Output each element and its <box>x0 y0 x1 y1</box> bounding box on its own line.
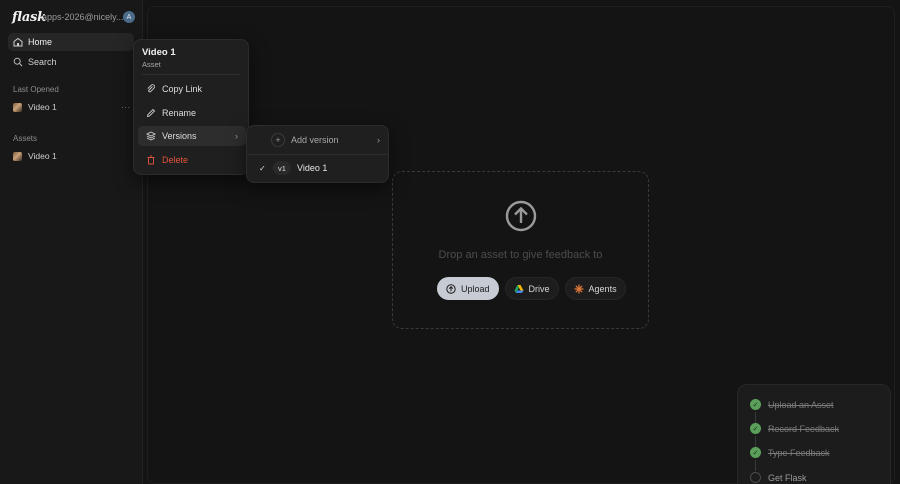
asset-dropzone[interactable]: Drop an asset to give feedback to Upload… <box>392 171 649 329</box>
step-label: Upload an Asset <box>768 399 834 410</box>
asset-context-menu: Video 1 Asset Copy Link Rename Versions … <box>133 39 249 175</box>
step-connector <box>755 412 756 423</box>
menu-item-delete[interactable]: Delete <box>138 150 246 170</box>
pencil-icon <box>146 108 156 118</box>
menu-divider <box>247 154 388 155</box>
video-thumbnail <box>13 151 22 161</box>
section-label-assets: Assets <box>13 134 38 143</box>
trash-icon <box>146 155 156 165</box>
home-icon <box>13 37 23 47</box>
version-item[interactable]: ✓ v1 Video 1 <box>259 161 327 175</box>
menu-item-label: Versions <box>162 131 197 141</box>
avatar[interactable]: A <box>123 11 135 23</box>
account-email[interactable]: apps-2026@nicely... <box>42 12 124 22</box>
chevron-right-icon: › <box>377 135 380 145</box>
layers-icon <box>146 131 156 141</box>
drive-button[interactable]: Drive <box>504 277 559 300</box>
drive-button-label: Drive <box>528 283 550 294</box>
menu-title: Video 1 <box>142 47 176 58</box>
chevron-right-icon: › <box>235 131 238 141</box>
versions-submenu: + Add version › ✓ v1 Video 1 <box>246 125 389 183</box>
menu-item-label: Delete <box>162 155 189 165</box>
sidebar-last-opened-item[interactable]: Video 1 <box>13 102 57 112</box>
checklist-step[interactable]: ✓ Upload an Asset <box>750 399 834 410</box>
agents-button[interactable]: Agents <box>564 277 626 300</box>
google-drive-icon <box>514 284 524 294</box>
step-label: Get Flask <box>768 472 807 483</box>
sidebar-asset-item[interactable]: Video 1 <box>13 151 57 161</box>
menu-item-label: Copy Link <box>162 84 203 94</box>
sidebar-item-home[interactable]: Home <box>8 33 134 51</box>
dropzone-text: Drop an asset to give feedback to <box>438 249 603 261</box>
menu-subtitle: Asset <box>142 60 161 69</box>
add-version-label: Add version <box>291 135 339 145</box>
empty-circle-icon <box>750 472 761 483</box>
checklist-step[interactable]: Get Flask <box>750 472 807 483</box>
search-icon <box>13 57 23 67</box>
menu-item-label: Rename <box>162 108 197 118</box>
link-icon <box>146 84 156 94</box>
checklist-step[interactable]: ✓ Record Feedback <box>750 423 839 434</box>
section-label-last-opened: Last Opened <box>13 85 59 94</box>
agents-button-label: Agents <box>588 283 617 294</box>
plus-icon: + <box>271 133 285 147</box>
step-connector <box>755 460 756 471</box>
sidebar-item-label: Home <box>28 37 53 47</box>
check-circle-icon: ✓ <box>750 399 761 410</box>
checklist-step[interactable]: ✓ Type Feedback <box>750 447 830 458</box>
sidebar-item-search[interactable]: Search <box>8 53 134 71</box>
file-label: Video 1 <box>28 151 57 161</box>
menu-item-versions[interactable]: Versions › <box>138 126 246 146</box>
step-label: Type Feedback <box>768 447 830 458</box>
menu-divider <box>142 74 240 75</box>
upload-icon <box>446 283 456 294</box>
check-circle-icon: ✓ <box>750 447 761 458</box>
more-options-icon[interactable]: ··· <box>121 103 131 112</box>
version-badge: v1 <box>273 161 291 175</box>
menu-item-rename[interactable]: Rename <box>138 103 246 123</box>
onboarding-checklist: ✓ Upload an Asset ✓ Record Feedback ✓ Ty… <box>737 384 891 484</box>
step-connector <box>755 436 756 447</box>
app-logo[interactable]: flask <box>12 10 46 25</box>
check-circle-icon: ✓ <box>750 423 761 434</box>
sparkle-icon <box>573 283 584 294</box>
menu-item-copy-link[interactable]: Copy Link <box>138 79 246 99</box>
upload-arrow-icon <box>505 200 537 232</box>
upload-button-label: Upload <box>461 283 490 294</box>
file-label: Video 1 <box>28 102 57 112</box>
sidebar: flask apps-2026@nicely... A Home Search … <box>0 0 143 484</box>
version-label: Video 1 <box>297 163 328 173</box>
add-version-item[interactable]: + Add version <box>271 133 339 147</box>
check-icon: ✓ <box>259 163 266 173</box>
step-label: Record Feedback <box>768 423 840 434</box>
sidebar-item-label: Search <box>28 57 57 67</box>
video-thumbnail <box>13 102 22 112</box>
upload-button[interactable]: Upload <box>437 277 499 300</box>
